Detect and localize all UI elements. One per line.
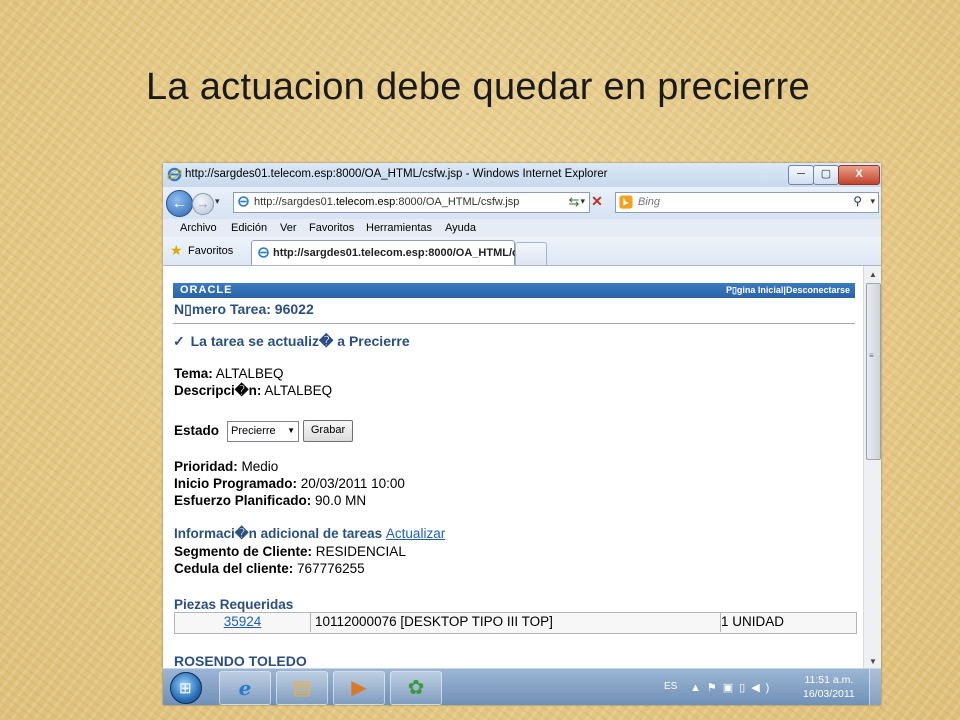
oracle-logo: ORACLE: [180, 284, 233, 296]
address-url: http://sargdes01.telecom.esp:8000/OA_HTM…: [254, 196, 520, 208]
scroll-down-icon[interactable]: ▼: [869, 657, 877, 666]
esfuerzo-row: Esfuerzo Planificado: 90.0 MN: [174, 493, 367, 508]
descripcion-row: Descripci�n: ALTALBEQ: [174, 383, 333, 398]
scroll-grip-icon: ≡: [869, 351, 874, 360]
title-bar: http://sargdes01.telecom.esp:8000/OA_HTM…: [163, 163, 881, 187]
taskbar-file-explorer-icon[interactable]: ▤: [276, 671, 328, 705]
forward-button[interactable]: →: [192, 193, 214, 215]
maximize-button[interactable]: ▢: [813, 165, 839, 185]
grabar-button[interactable]: Grabar: [303, 420, 353, 442]
tab-page-icon: [258, 247, 269, 258]
favorites-bar: ★ Favoritos http://sargdes01.telecom.esp…: [163, 237, 881, 266]
back-button[interactable]: ←: [166, 190, 193, 217]
language-indicator[interactable]: ES: [664, 681, 677, 692]
check-icon: ✓: [173, 333, 185, 349]
scroll-thumb[interactable]: [866, 283, 881, 460]
tab-title: http://sargdes01.telecom.esp:8000/OA_HTM…: [273, 247, 534, 259]
taskbar-internet-explorer-icon[interactable]: e: [219, 671, 271, 705]
close-button[interactable]: X: [838, 165, 880, 185]
confirmation-message: ✓ La tarea se actualiz� a Precierre: [173, 333, 410, 349]
page-icon: [238, 196, 249, 207]
bing-icon: [619, 195, 633, 209]
scroll-up-icon[interactable]: ▲: [869, 270, 877, 279]
footer-name: ROSENDO TOLEDO: [174, 653, 307, 668]
inicio-row: Inicio Programado: 20/03/2011 10:00: [174, 476, 405, 491]
tema-row: Tema: ALTALBEQ: [174, 366, 284, 381]
estado-label: Estado: [174, 423, 220, 438]
search-dropdown-icon[interactable]: ▾: [870, 196, 875, 207]
clock[interactable]: 11:51 a.m. 16/03/2011: [803, 673, 855, 701]
window-title: http://sargdes01.telecom.esp:8000/OA_HTM…: [185, 168, 608, 180]
clock-time: 11:51 a.m.: [804, 674, 854, 686]
menu-archivo[interactable]: Archivo: [180, 222, 217, 234]
slide-title: La actuacion debe quedar en precierre: [146, 66, 810, 108]
taskbar-messenger-icon[interactable]: ✿: [390, 671, 442, 705]
parts-table: 35924 10112000076 [DESKTOP TIPO III TOP]…: [174, 612, 857, 634]
header-links[interactable]: P▯gina Inicial|Desconectarse: [726, 285, 850, 296]
internet-explorer-icon: [167, 167, 182, 182]
menu-ver[interactable]: Ver: [280, 222, 297, 234]
refresh-button[interactable]: ⇆: [563, 192, 585, 211]
task-title: N▯mero Tarea: 96022: [174, 301, 314, 317]
segmento-row: Segmento de Cliente: RESIDENCIAL: [174, 544, 406, 559]
taskbar-media-player-icon[interactable]: ▶: [333, 671, 385, 705]
minimize-button[interactable]: ─: [788, 165, 814, 185]
table-row-quantity: 1 UNIDAD: [721, 614, 785, 629]
show-desktop-button[interactable]: [869, 669, 881, 705]
search-bar[interactable]: Bing ⚲ ▾: [615, 192, 879, 213]
start-button[interactable]: ⊞: [170, 672, 202, 704]
favorites-button[interactable]: Favoritos: [188, 245, 233, 257]
browser-window: http://sargdes01.telecom.esp:8000/OA_HTM…: [163, 163, 881, 705]
table-row-description: 10112000076 [DESKTOP TIPO III TOP]: [312, 613, 721, 632]
clock-date: 16/03/2011: [803, 688, 855, 700]
cedula-row: Cedula del cliente: 767776255: [174, 561, 365, 576]
vertical-scrollbar[interactable]: ▲ ≡ ▼: [863, 266, 881, 668]
stop-button[interactable]: ✕: [587, 192, 607, 211]
windows-taskbar: ⊞ e ▤ ▶ ✿ ES ▲⚑▣▯◀) 11:51 a.m. 16/03/201…: [163, 668, 881, 705]
search-icon[interactable]: ⚲: [853, 194, 862, 208]
table-row-code: 35924: [175, 613, 311, 632]
actualizar-link[interactable]: Actualizar: [386, 526, 445, 541]
oracle-header: ORACLE P▯gina Inicial|Desconectarse: [173, 283, 855, 298]
info-heading: Informaci�n adicional de tareas Actualiz…: [174, 526, 446, 541]
page-content: ORACLE P▯gina Inicial|Desconectarse N▯me…: [163, 266, 863, 668]
menu-ayuda[interactable]: Ayuda: [445, 222, 476, 234]
system-tray-icons[interactable]: ▲⚑▣▯◀): [690, 681, 775, 694]
tab-active[interactable]: http://sargdes01.telecom.esp:8000/OA_HTM…: [251, 240, 533, 265]
divider: [173, 323, 855, 324]
menu-edicion[interactable]: Edición: [231, 222, 267, 234]
menu-bar: Archivo Edición Ver Favoritos Herramient…: [163, 219, 881, 237]
new-tab-button[interactable]: [515, 242, 547, 265]
piezas-heading: Piezas Requeridas: [174, 597, 294, 612]
search-placeholder: Bing: [638, 196, 661, 208]
history-dropdown-icon[interactable]: ▾: [215, 196, 220, 207]
estado-select[interactable]: Precierre ▼: [227, 421, 299, 442]
favorites-star-icon[interactable]: ★: [170, 242, 183, 259]
address-bar[interactable]: http://sargdes01.telecom.esp:8000/OA_HTM…: [233, 192, 590, 213]
navigation-bar: ← → ▾ http://sargdes01.telecom.esp:8000/…: [163, 187, 881, 219]
chevron-down-icon: ▼: [287, 426, 295, 435]
part-code-link[interactable]: 35924: [224, 614, 262, 629]
menu-herramientas[interactable]: Herramientas: [366, 222, 432, 234]
menu-favoritos[interactable]: Favoritos: [309, 222, 354, 234]
prioridad-row: Prioridad: Medio: [174, 459, 279, 474]
windows-logo-icon: ⊞: [179, 680, 192, 697]
